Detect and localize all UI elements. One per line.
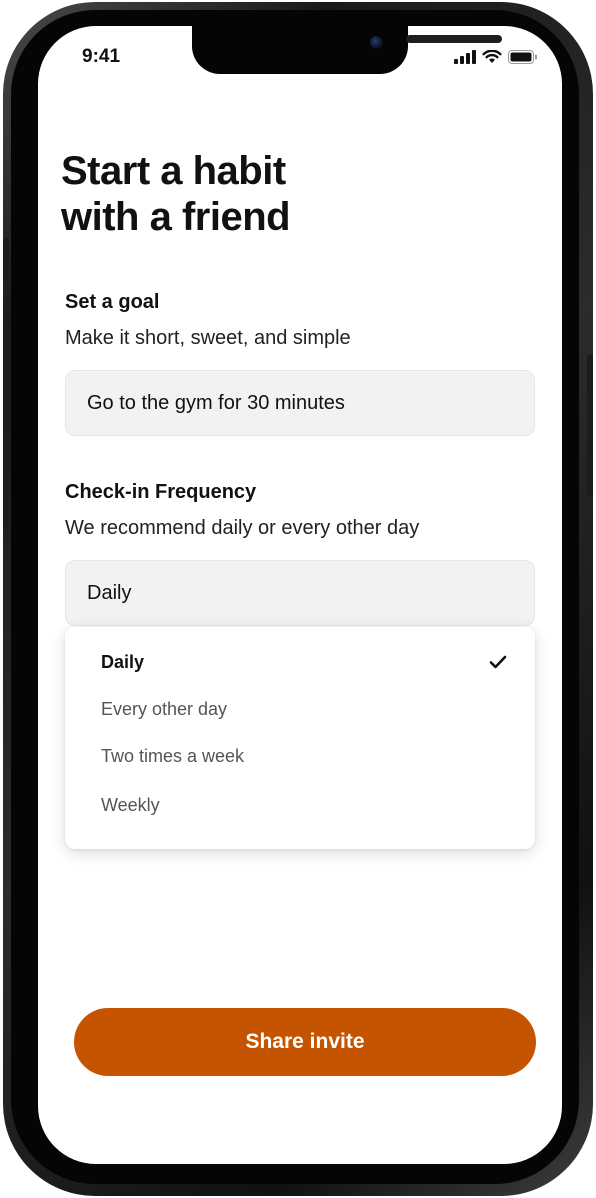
phone-volume-up-button <box>3 325 9 413</box>
frequency-section-title: Check-in Frequency <box>65 481 257 503</box>
goal-section-title: Set a goal <box>65 291 160 313</box>
phone-silent-switch <box>3 238 9 282</box>
goal-input[interactable]: Go to the gym for 30 minutes <box>65 370 535 436</box>
dropdown-option-label: Daily <box>101 651 145 672</box>
dropdown-option-two-times-a-week[interactable]: Two times a week <box>101 741 507 771</box>
dropdown-option-every-other-day[interactable]: Every other day <box>101 694 507 724</box>
speaker-grille <box>406 35 502 43</box>
status-time: 9:41 <box>82 46 121 67</box>
status-icons <box>454 50 538 64</box>
notch <box>192 26 502 74</box>
frequency-select[interactable]: Daily <box>65 560 535 626</box>
frequency-dropdown-menu: Daily Every other day Two times a week W… <box>65 627 535 849</box>
page-title-line-1: Start a habit <box>61 149 286 193</box>
cellular-signal-icon <box>454 50 476 64</box>
goal-section-subtitle: Make it short, sweet, and simple <box>65 327 351 349</box>
wifi-icon <box>482 50 502 63</box>
goal-input-value: Go to the gym for 30 minutes <box>87 391 345 414</box>
dropdown-option-label: Weekly <box>101 794 160 815</box>
battery-icon <box>508 50 537 64</box>
page-title: Start a habit with a friend <box>61 148 291 240</box>
page-title-line-2: with a friend <box>61 195 291 239</box>
dropdown-option-daily[interactable]: Daily <box>101 647 507 677</box>
dropdown-option-label: Every other day <box>101 698 228 719</box>
phone-power-button <box>587 355 593 495</box>
checkmark-icon <box>489 655 507 669</box>
share-invite-button[interactable]: Share invite <box>74 1008 536 1076</box>
screen: 9:41 Start a habit with a friend Set a g… <box>38 26 562 1164</box>
frequency-select-value: Daily <box>87 581 132 604</box>
dropdown-option-label: Two times a week <box>101 745 245 766</box>
frequency-section-subtitle: We recommend daily or every other day <box>65 517 420 539</box>
front-camera <box>370 36 383 49</box>
dropdown-option-weekly[interactable]: Weekly <box>101 790 507 820</box>
phone-volume-down-button <box>3 440 9 528</box>
